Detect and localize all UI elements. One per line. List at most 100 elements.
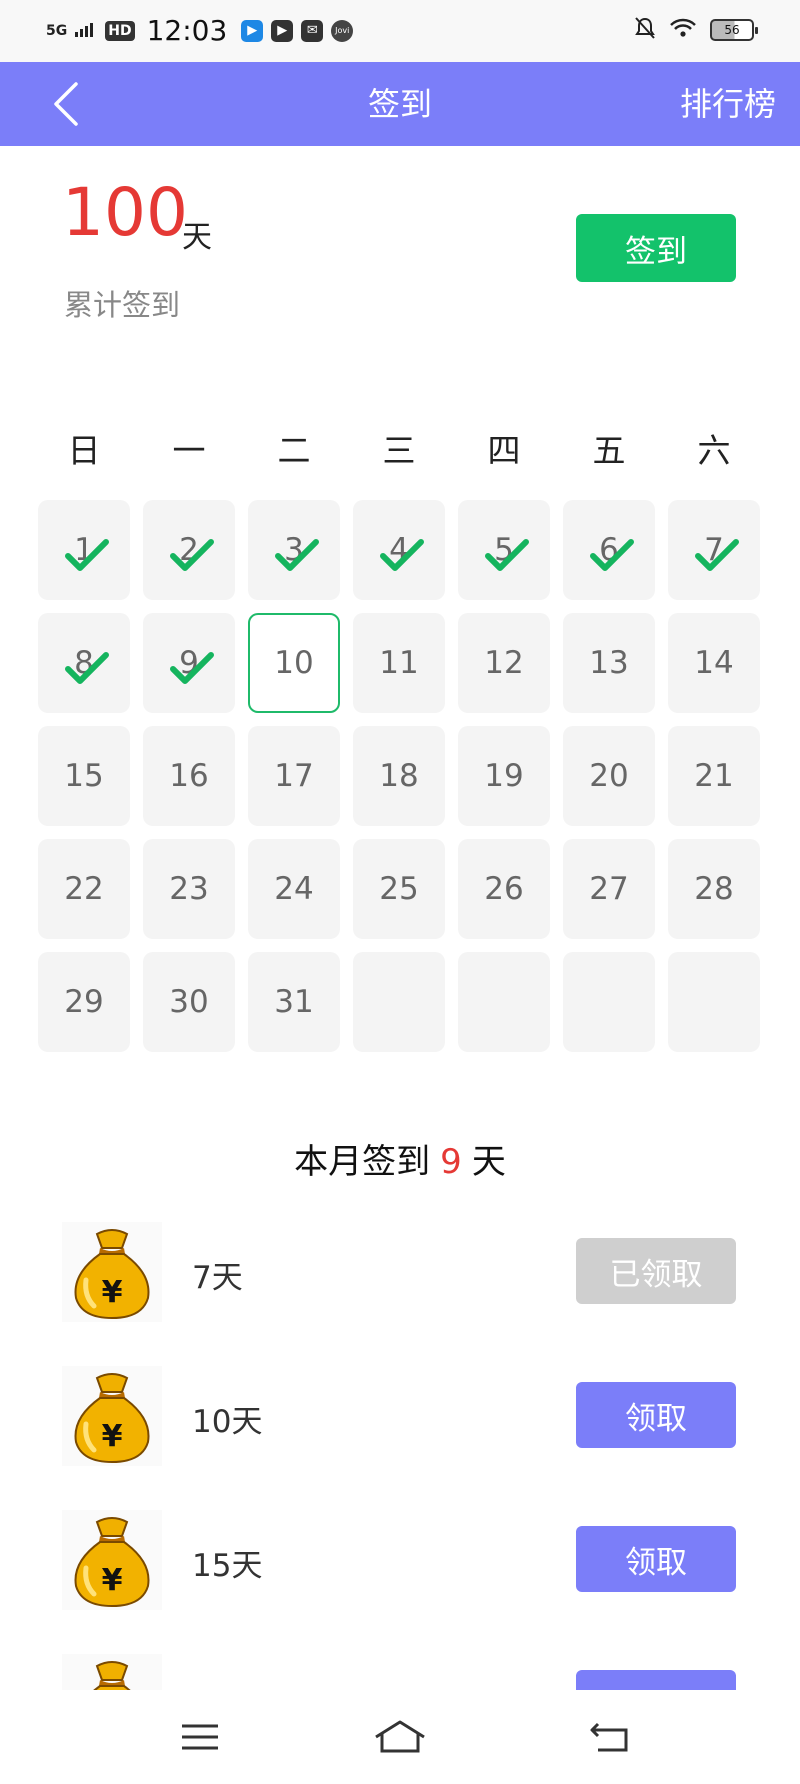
calendar-day-number: 19 xyxy=(484,758,524,794)
calendar-day[interactable]: 8 xyxy=(38,613,130,713)
calendar-day-number: 23 xyxy=(169,871,209,907)
calendar-day[interactable]: 3 xyxy=(248,500,340,600)
calendar-day-number: 18 xyxy=(379,758,419,794)
menu-button[interactable] xyxy=(170,1712,230,1762)
calendar-day-number: 13 xyxy=(589,645,629,681)
signal-indicator: 5G xyxy=(46,22,68,39)
weekday-label: 六 xyxy=(697,431,731,470)
calendar-day-number: 25 xyxy=(379,871,419,907)
calendar-day[interactable]: 30 xyxy=(143,952,235,1052)
calendar-day[interactable]: 18 xyxy=(353,726,445,826)
calendar-day[interactable]: 25 xyxy=(353,839,445,939)
calendar-day[interactable]: 21 xyxy=(668,726,760,826)
calendar-day[interactable]: 14 xyxy=(668,613,760,713)
reward-days-label: 7天 xyxy=(192,1260,243,1296)
calendar-day-number: 17 xyxy=(274,758,314,794)
total-checkin-count: 100 xyxy=(62,174,188,251)
calendar-day[interactable]: 22 xyxy=(38,839,130,939)
weekday-label: 一 xyxy=(172,431,206,470)
calendar-day[interactable]: 20 xyxy=(563,726,655,826)
menu-icon xyxy=(182,1724,218,1750)
reward-row: ¥15天 领取 xyxy=(0,1510,800,1614)
month-checkin-suffix: 天 xyxy=(471,1142,506,1182)
calendar-day-number: 30 xyxy=(169,984,209,1020)
calendar-day-number: 29 xyxy=(64,984,104,1020)
calendar-day[interactable]: 15 xyxy=(38,726,130,826)
calendar-day[interactable]: 5 xyxy=(458,500,550,600)
calendar-day[interactable]: 4 xyxy=(353,500,445,600)
svg-text:¥: ¥ xyxy=(102,1419,123,1454)
reward-row: ¥10天 领取 xyxy=(0,1366,800,1470)
check-icon xyxy=(65,652,109,684)
calendar-day[interactable]: 26 xyxy=(458,839,550,939)
calendar-day-number: 15 xyxy=(64,758,104,794)
calendar-empty-cell xyxy=(668,952,760,1052)
calendar-day-number: 16 xyxy=(169,758,209,794)
calendar-day-number: 27 xyxy=(589,871,629,907)
header-bar: 签到 排行榜 xyxy=(0,62,800,146)
total-checkin-label: 累计签到 xyxy=(64,288,181,322)
back-nav-button[interactable] xyxy=(580,1712,640,1762)
return-icon xyxy=(590,1722,628,1752)
calendar-day[interactable]: 2 xyxy=(143,500,235,600)
reward-days-label: 10天 xyxy=(192,1404,263,1440)
month-checkin-count: 9 xyxy=(440,1142,462,1182)
calendar-day[interactable]: 17 xyxy=(248,726,340,826)
system-nav-bar xyxy=(0,1690,800,1784)
calendar-day[interactable]: 16 xyxy=(143,726,235,826)
calendar-day-number: 10 xyxy=(274,645,314,681)
app-notification-icon: ▶ xyxy=(241,19,264,42)
wifi-icon xyxy=(670,18,696,42)
calendar-day[interactable]: 31 xyxy=(248,952,340,1052)
month-checkin-summary: 本月签到 9 天 xyxy=(0,1134,800,1183)
calendar-day[interactable]: 10 xyxy=(248,613,340,713)
hd-badge: HD xyxy=(105,20,135,41)
calendar-day[interactable]: 28 xyxy=(668,839,760,939)
money-bag-icon: ¥ xyxy=(62,1510,162,1610)
check-icon xyxy=(695,539,739,571)
calendar-day[interactable]: 13 xyxy=(563,613,655,713)
calendar-day-number: 22 xyxy=(64,871,104,907)
calendar-day[interactable]: 27 xyxy=(563,839,655,939)
calendar-day[interactable]: 23 xyxy=(143,839,235,939)
calendar-day[interactable]: 7 xyxy=(668,500,760,600)
calendar-day-number: 26 xyxy=(484,871,524,907)
calendar-day-number: 20 xyxy=(589,758,629,794)
calendar-day-number: 31 xyxy=(274,984,314,1020)
checkin-button[interactable]: 签到 xyxy=(576,214,736,282)
jovi-notification-icon: Jovi xyxy=(331,19,354,42)
month-checkin-prefix: 本月签到 xyxy=(294,1142,431,1182)
home-button[interactable] xyxy=(370,1712,430,1762)
claimed-reward-button[interactable]: 已领取 xyxy=(576,1238,736,1304)
bell-off-icon xyxy=(634,16,656,44)
calendar-day[interactable]: 11 xyxy=(353,613,445,713)
check-icon xyxy=(170,652,214,684)
calendar-day-number: 11 xyxy=(379,645,419,681)
calendar-day[interactable]: 1 xyxy=(38,500,130,600)
calendar-grid: 1 2 3 4 5 6 7 8 9 10 11 12 13 14 15 16 17 18 19 20 21 22 23 24 2… xyxy=(38,500,762,1052)
check-icon xyxy=(380,539,424,571)
calendar-day[interactable]: 29 xyxy=(38,952,130,1052)
calendar-empty-cell xyxy=(458,952,550,1052)
calendar-day-number: 14 xyxy=(694,645,734,681)
claim-reward-button[interactable]: 领取 xyxy=(576,1382,736,1448)
calendar-empty-cell xyxy=(563,952,655,1052)
calendar-day[interactable]: 12 xyxy=(458,613,550,713)
calendar-day[interactable]: 9 xyxy=(143,613,235,713)
calendar-day[interactable]: 19 xyxy=(458,726,550,826)
weekday-label: 四 xyxy=(487,431,521,470)
calendar-day[interactable]: 24 xyxy=(248,839,340,939)
reward-row: ¥7天 已领取 xyxy=(0,1222,800,1326)
leaderboard-link[interactable]: 排行榜 xyxy=(680,62,776,146)
check-icon xyxy=(590,539,634,571)
calendar-day[interactable]: 6 xyxy=(563,500,655,600)
calendar-day-number: 12 xyxy=(484,645,524,681)
check-icon xyxy=(485,539,529,571)
app-notification-icon: ▶ xyxy=(271,19,294,42)
money-bag-icon: ¥ xyxy=(62,1222,162,1322)
claim-reward-button[interactable]: 领取 xyxy=(576,1526,736,1592)
check-icon xyxy=(65,539,109,571)
calendar-day-number: 24 xyxy=(274,871,314,907)
weekday-label: 二 xyxy=(277,431,311,470)
check-icon xyxy=(275,539,319,571)
